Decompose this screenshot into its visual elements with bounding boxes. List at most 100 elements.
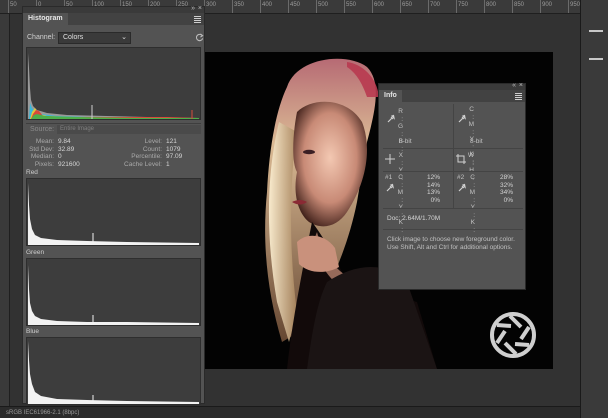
ruler-tick [428,0,429,13]
channel-title-blue: Blue [26,328,40,335]
ruler-label: 300 [206,2,217,8]
stat-value: 97.09 [166,153,183,161]
stat-label: Level: [144,138,162,145]
ruler-tick [8,0,9,13]
sampler-1-k: 0% [430,196,440,204]
stats-left: Mean: 9.84 Std Dev: 32.89 Median: 0 Pixels:… [26,138,106,168]
channel-row: Channel: Colors ⌄ [26,32,204,44]
aperture-logo [490,312,536,358]
stat-value: 0 [58,153,62,161]
tab-histogram[interactable]: Histogram [23,13,68,25]
cmyk-key: Y : [471,204,475,219]
stat-label: Count: [142,145,162,153]
ruler-label: 450 [290,2,301,8]
stat-label: Median: [30,153,54,161]
bit-depth-left: 8-bit [399,138,412,145]
stat-label: Percentile: [131,153,162,161]
toolbar-divider [589,58,603,60]
ruler-label: 700 [430,2,441,8]
ruler-tick [568,0,569,13]
stat-label: Pixels: [34,160,54,168]
sampler-2-k: 0% [503,196,513,204]
eyedropper-icon [458,114,466,123]
cmyk-key: C : [469,106,474,121]
ruler-tick [456,0,457,13]
color-sampler-icon [386,183,394,192]
divider [453,148,454,208]
panel-menu-icon[interactable] [515,93,522,101]
ruler-tick [400,0,401,13]
selection-size-icon [456,154,466,164]
ruler-tick [540,0,541,13]
divider [453,104,454,148]
ruler-label: 750 [458,2,469,8]
ruler-label: 850 [514,2,525,8]
ruler-label: 600 [374,2,385,8]
sampler-1-c: 12% [426,174,440,181]
stats-right: Level: 121 Count: 1079 Percentile: 97.09 Ca… [107,138,201,168]
ruler-tick [232,0,233,13]
toolbar-divider [589,30,603,32]
ruler-tick [316,0,317,13]
status-bar: sRGB IEC61966-2.1 (8bpc) [0,406,580,418]
cmyk-key: M : [468,121,474,136]
close-icon[interactable]: × [519,82,523,89]
ruler-tick [372,0,373,13]
colors-histogram [26,47,201,120]
source-select[interactable]: Entire Image [57,125,201,134]
eyedropper-icon [387,114,395,123]
panel-menu-icon[interactable] [194,16,201,24]
stat-value: 1079 [166,145,181,153]
ruler-label: 550 [346,2,357,8]
ruler-tick [484,0,485,13]
tool-hint-text: Click image to choose new foreground col… [387,236,515,252]
sampler-2-c: 28% [499,174,513,181]
sampler-1-y: 13% [426,189,440,196]
green-histogram [26,258,201,326]
blue-histogram [26,337,201,405]
stat-value: 1 [166,160,170,168]
source-row: Source: Entire Image [26,123,201,134]
cmyk-key: M : [397,189,403,204]
rgb-readout: R : G : B : [396,108,405,153]
panel-tab-bar: Info [379,90,525,102]
sampler-2-keys: C : M : Y : K : [468,174,477,234]
channel-select[interactable]: Colors ⌄ [58,32,131,44]
sampler-1-m: 14% [426,181,440,189]
rgb-key: G : [397,123,403,138]
ruler-tick [344,0,345,13]
chevron-down-icon: ⌄ [121,34,127,41]
sampler-1-id: #1 [385,174,393,181]
divider [383,208,523,209]
cmyk-key: M : [469,189,475,204]
ruler-label: 650 [402,2,413,8]
ruler-label: 500 [318,2,329,8]
left-ruler [0,14,10,406]
ruler-label: 50 [10,2,17,8]
stat-label: Cache Level: [124,160,162,168]
channel-title-green: Green [26,249,45,256]
color-sampler-icon [458,183,466,192]
sampler-2-m: 32% [499,181,513,189]
close-icon[interactable]: × [198,5,202,12]
collapse-icon[interactable]: » [191,5,195,12]
ruler-label: 900 [542,2,553,8]
collapse-icon[interactable]: « [512,82,516,89]
xy-key: X : [398,152,403,167]
stat-label: Std Dev: [29,145,54,153]
wh-key: W : [467,152,474,167]
bit-depth-right: 8-bit [470,138,483,145]
panel-tab-bar: Histogram [23,13,204,25]
sampler-2-y: 34% [499,189,513,196]
ruler-tick [260,0,261,13]
info-panel[interactable]: « × Info R : G : B : 8-bit C : M : Y : K… [378,82,526,290]
sampler-1-keys: C : M : Y : K : [396,174,405,234]
stat-label: Mean: [35,138,54,145]
stat-value: 32.89 [58,145,75,153]
ruler-label: 950 [570,2,580,8]
refresh-icon[interactable] [195,33,204,42]
source-label: Source: [30,126,55,133]
histogram-panel[interactable]: » × Histogram Channel: Colors ⌄ Source: … [22,5,205,405]
tab-info[interactable]: Info [379,90,402,102]
ruler-label: 800 [486,2,497,8]
